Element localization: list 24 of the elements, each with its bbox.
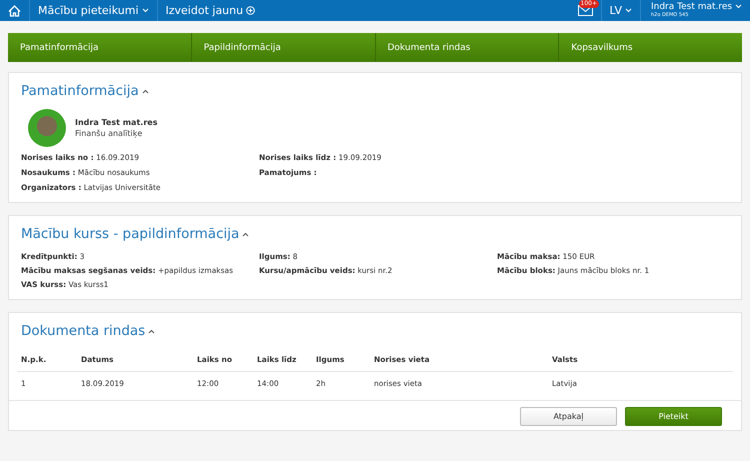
section-title[interactable]: Pamatinformācija — [21, 83, 729, 99]
section-title[interactable]: Dokumenta rindas — [21, 323, 729, 339]
create-new-button[interactable]: Izveidot jaunu — [158, 0, 264, 21]
envelope-icon — [578, 5, 593, 16]
person-role: Finanšu analītiķe — [75, 129, 144, 138]
wizard-step[interactable]: Kopsavilkums — [558, 33, 742, 62]
language-menu[interactable]: LV — [600, 0, 640, 21]
chevron-down-icon — [142, 8, 149, 13]
back-button[interactable]: Atpakaļ — [520, 407, 617, 426]
module-menu[interactable]: Mācību pieteikumi — [30, 0, 158, 21]
home-icon — [8, 4, 21, 16]
chevron-down-icon — [624, 8, 632, 13]
chevron-up-icon — [148, 328, 156, 334]
wizard-step[interactable]: Dokumenta rindas — [374, 33, 558, 62]
wizard-step[interactable]: Papildinformācija — [190, 33, 374, 62]
chevron-up-icon — [242, 232, 250, 236]
plus-circle-icon — [246, 6, 256, 15]
submit-button[interactable]: Pieteikt — [625, 407, 722, 426]
avatar-photo-placeholder — [28, 109, 66, 147]
section-title[interactable]: Mācību kurss - papildinformācija — [21, 226, 729, 242]
wizard-step[interactable]: Pamatinformācija — [8, 33, 191, 62]
chevron-up-icon — [142, 88, 149, 94]
person-name: Indra Test mat.res — [75, 118, 158, 127]
chevron-down-icon — [735, 4, 742, 9]
